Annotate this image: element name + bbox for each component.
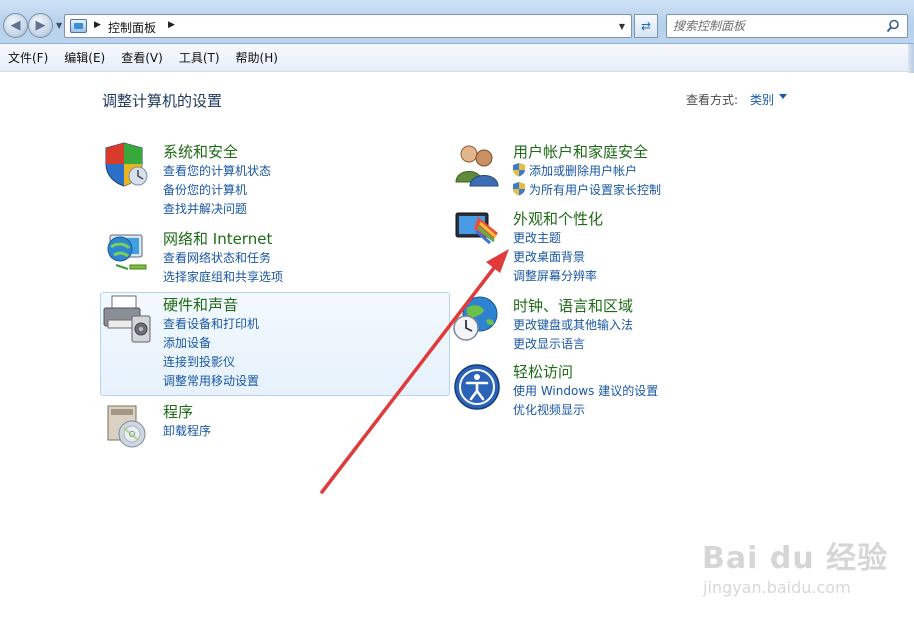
category-title-users[interactable]: 用户帐户和家庭安全 xyxy=(513,141,648,162)
view-by-dropdown[interactable]: 类别 xyxy=(750,91,774,108)
control-panel-icon xyxy=(70,19,87,33)
category-title-ease-of-access[interactable]: 轻松访问 xyxy=(513,361,573,382)
refresh-icon: ⇄ xyxy=(640,19,652,33)
category-title-network[interactable]: 网络和 Internet xyxy=(163,228,272,249)
link-change-display-language[interactable]: 更改显示语言 xyxy=(513,335,585,352)
category-user-accounts: 用户帐户和家庭安全 添加或删除用户帐户 为所有用户设置家长控制 xyxy=(450,138,800,200)
category-title-appearance[interactable]: 外观和个性化 xyxy=(513,208,603,229)
link-uninstall-program[interactable]: 卸载程序 xyxy=(163,422,211,439)
link-connect-projector[interactable]: 连接到投影仪 xyxy=(163,353,235,370)
breadcrumb-separator-icon[interactable]: ▶ xyxy=(168,20,175,30)
address-bar[interactable]: ▶ 控制面板 ▶ ▼ xyxy=(64,14,632,38)
category-programs: 程序 卸载程序 xyxy=(100,400,450,450)
back-button[interactable]: ◀ xyxy=(3,13,28,38)
link-change-theme[interactable]: 更改主题 xyxy=(513,229,561,246)
breadcrumb-control-panel[interactable]: 控制面板 xyxy=(108,19,156,36)
menu-edit[interactable]: 编辑(E) xyxy=(58,48,111,68)
menu-file[interactable]: 文件(F) xyxy=(2,48,54,68)
chevron-down-icon[interactable] xyxy=(779,94,787,99)
link-troubleshoot[interactable]: 查找并解决问题 xyxy=(163,200,247,217)
refresh-button[interactable]: ⇄ xyxy=(634,14,658,38)
category-title-hardware[interactable]: 硬件和声音 xyxy=(163,294,238,315)
category-hardware-sound: 硬件和声音 查看设备和打印机 添加设备 连接到投影仪 调整常用移动设置 xyxy=(100,292,450,396)
link-network-status[interactable]: 查看网络状态和任务 xyxy=(163,249,271,266)
ease-of-access-icon[interactable] xyxy=(452,362,502,412)
menu-help[interactable]: 帮助(H) xyxy=(230,48,284,68)
menu-bar: 文件(F) 编辑(E) 查看(V) 工具(T) 帮助(H) xyxy=(0,44,914,72)
category-system-security: 系统和安全 查看您的计算机状态 备份您的计算机 查找并解决问题 xyxy=(100,138,450,220)
shield-icon[interactable] xyxy=(102,140,152,190)
link-add-device[interactable]: 添加设备 xyxy=(163,334,211,351)
link-view-computer-status[interactable]: 查看您的计算机状态 xyxy=(163,162,271,179)
forward-button[interactable]: ▶ xyxy=(28,13,53,38)
address-toolbar: ◀ ▶ ▼ ▶ 控制面板 ▶ ▼ ⇄ xyxy=(0,0,914,44)
category-title-security[interactable]: 系统和安全 xyxy=(163,141,238,162)
category-title-programs[interactable]: 程序 xyxy=(163,401,193,422)
printer-icon[interactable] xyxy=(102,294,152,344)
link-optimize-visual-display[interactable]: 优化视频显示 xyxy=(513,401,585,418)
search-icon[interactable] xyxy=(886,19,900,33)
link-homegroup-sharing[interactable]: 选择家庭组和共享选项 xyxy=(163,268,283,285)
personalization-icon[interactable] xyxy=(452,207,502,257)
link-devices-printers[interactable]: 查看设备和打印机 xyxy=(163,315,259,332)
category-appearance: 外观和个性化 更改主题 更改桌面背景 调整屏幕分辨率 xyxy=(450,205,800,287)
link-add-remove-accounts[interactable]: 添加或删除用户帐户 xyxy=(529,162,637,179)
users-icon[interactable] xyxy=(452,140,502,190)
network-globe-icon[interactable] xyxy=(102,227,152,277)
category-ease-of-access: 轻松访问 使用 Windows 建议的设置 优化视频显示 xyxy=(450,358,800,420)
link-backup-computer[interactable]: 备份您的计算机 xyxy=(163,181,247,198)
search-input[interactable] xyxy=(673,18,878,34)
menu-tools[interactable]: 工具(T) xyxy=(173,48,226,68)
link-change-desktop-background[interactable]: 更改桌面背景 xyxy=(513,248,585,265)
category-network-internet: 网络和 Internet 查看网络状态和任务 选择家庭组和共享选项 xyxy=(100,225,450,287)
category-clock-language-region: 时钟、语言和区域 更改键盘或其他输入法 更改显示语言 xyxy=(450,292,800,354)
page-title: 调整计算机的设置 xyxy=(102,92,223,110)
link-screen-resolution[interactable]: 调整屏幕分辨率 xyxy=(513,267,597,284)
globe-clock-icon[interactable] xyxy=(452,294,502,344)
address-dropdown-icon[interactable]: ▼ xyxy=(619,22,625,31)
watermark-logo: Bai du 经验 xyxy=(702,541,889,576)
arrow-right-icon: ▶ xyxy=(35,18,46,33)
link-mobility-settings[interactable]: 调整常用移动设置 xyxy=(163,372,259,389)
uac-shield-icon xyxy=(513,163,525,177)
menu-view[interactable]: 查看(V) xyxy=(115,48,169,68)
arrow-left-icon: ◀ xyxy=(10,18,21,33)
link-parental-controls[interactable]: 为所有用户设置家长控制 xyxy=(529,181,661,198)
search-box[interactable] xyxy=(666,14,908,38)
programs-icon[interactable] xyxy=(102,400,152,450)
category-title-clock[interactable]: 时钟、语言和区域 xyxy=(513,295,633,316)
link-recommended-settings[interactable]: 使用 Windows 建议的设置 xyxy=(513,382,658,399)
watermark-url: jingyan.baidu.com xyxy=(703,578,851,597)
link-change-input-methods[interactable]: 更改键盘或其他输入法 xyxy=(513,316,633,333)
recent-pages-dropdown[interactable]: ▼ xyxy=(56,21,62,30)
breadcrumb-separator-icon[interactable]: ▶ xyxy=(94,20,101,30)
view-by-label: 查看方式: xyxy=(686,93,739,107)
uac-shield-icon xyxy=(513,182,525,196)
